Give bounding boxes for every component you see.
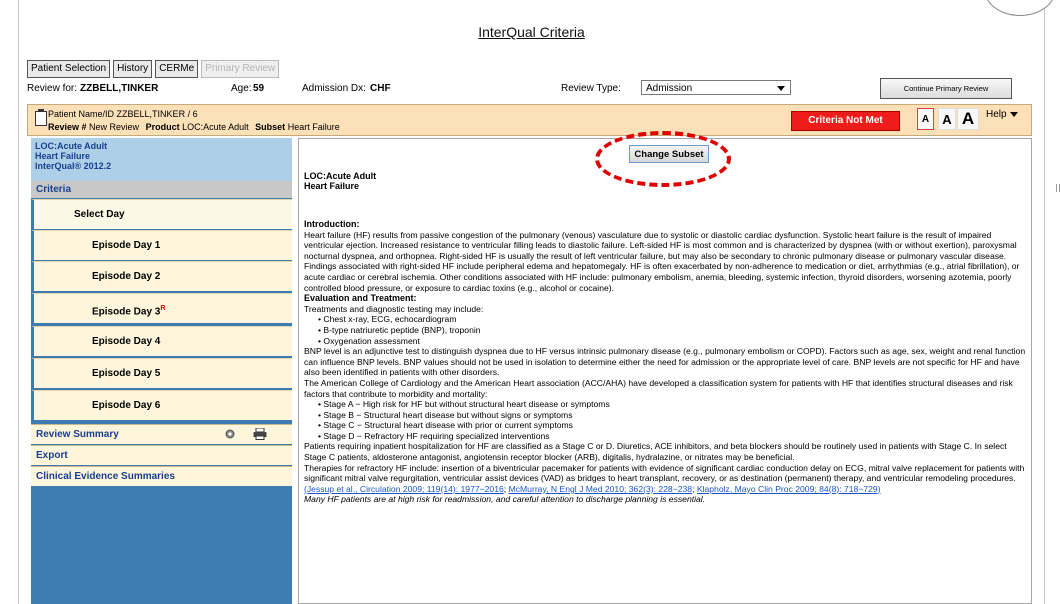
subset-label: Subset <box>255 122 286 132</box>
reference-link-klapholz[interactable]: Klapholz, Mayo Clin Proc 2009; 84(8): 71… <box>697 484 878 494</box>
printer-icon[interactable] <box>253 428 267 440</box>
admission-dx-value: CHF <box>370 83 391 94</box>
sidebar-version: InterQual® 2012.2 <box>35 161 112 171</box>
reference-link-mcmurray[interactable]: McMurray, N Engl J Med 2010; 362(3): 228… <box>509 484 693 494</box>
font-size-large-button[interactable]: A <box>957 108 979 130</box>
product-value: LOC:Acute Adult <box>182 122 249 132</box>
window-resize-handle[interactable] <box>1056 184 1060 192</box>
sidebar-item-episode-day-5[interactable]: Episode Day 5 <box>31 358 292 388</box>
list-item: • Stage B − Structural heart disease but… <box>318 409 573 420</box>
list-item: • Oxygenation assessment <box>318 335 420 346</box>
font-size-small-button[interactable]: A <box>917 108 934 130</box>
tab-patient-selection[interactable]: Patient Selection <box>27 60 111 78</box>
sidebar-item-clinical-evidence[interactable]: Clinical Evidence Summaries <box>31 466 292 486</box>
review-marker: R <box>160 305 166 312</box>
subset-value: Heart Failure <box>287 122 340 132</box>
sidebar-item-label: Episode Day 4 <box>92 336 161 347</box>
sidebar-item-episode-day-4[interactable]: Episode Day 4 <box>31 326 292 356</box>
content-loc: LOC:Acute Adult <box>304 171 377 181</box>
review-number-label: Review # <box>48 122 87 132</box>
reference-close-paren[interactable]: ) <box>878 484 881 494</box>
intro-paragraph: Heart failure (HF) results from passive … <box>304 229 1020 293</box>
tab-cerme[interactable]: CERMe <box>155 60 199 78</box>
patient-name-value: ZZBELL,TINKER / 6 <box>116 109 198 119</box>
font-size-medium-button[interactable]: A <box>938 108 956 130</box>
sidebar-item-label: Review Summary <box>36 429 119 440</box>
evaluation-heading: Evaluation and Treatment: <box>304 293 417 304</box>
sidebar-header: LOC:Acute Adult Heart Failure InterQual®… <box>31 138 292 181</box>
sidebar-loc: LOC:Acute Adult <box>35 141 108 151</box>
age-label: Age: <box>231 83 252 94</box>
help-label: Help <box>986 109 1007 120</box>
therapy-paragraph: Therapies for refractory HF include: ins… <box>304 462 1025 484</box>
sidebar-item-export[interactable]: Export <box>31 445 292 465</box>
sidebar-item-episode-day-6[interactable]: Episode Day 6 <box>31 390 292 420</box>
criteria-body-text: Introduction: Heart failure (HF) results… <box>304 219 1026 505</box>
sidebar-item-label: Select Day <box>74 209 125 220</box>
clipboard-icon <box>35 109 47 126</box>
sidebar-item-review-summary[interactable]: Review Summary <box>31 424 292 444</box>
acc-aha-paragraph: The American College of Cardiology and t… <box>304 377 1013 399</box>
sidebar-item-episode-day-1[interactable]: Episode Day 1 <box>31 230 292 260</box>
review-type-value: Admission <box>646 83 693 94</box>
admission-dx-label: Admission Dx: <box>302 83 366 94</box>
continue-primary-review-button[interactable]: Continue Primary Review <box>880 78 1012 99</box>
page-title: InterQual Criteria <box>478 24 585 40</box>
intro-heading: Introduction: <box>304 219 360 229</box>
patient-name-line: Patient Name/ID ZZBELL,TINKER / 6 <box>48 109 198 119</box>
patient-name-label: Patient Name/ID <box>48 109 115 119</box>
sidebar-subset: Heart Failure <box>35 151 91 161</box>
sidebar-item-label: Episode Day 6 <box>92 400 161 411</box>
sidebar-item-label: Episode Day 1 <box>92 240 161 251</box>
sidebar: LOC:Acute Adult Heart Failure InterQual®… <box>31 138 292 604</box>
age-value: 59 <box>253 83 265 94</box>
product-label: Product <box>145 122 180 132</box>
review-type-select[interactable]: Admission <box>641 80 791 95</box>
sidebar-item-select-day[interactable]: Select Day <box>31 199 292 229</box>
sidebar-criteria-heading[interactable]: Criteria <box>31 181 292 198</box>
review-type-label: Review Type: <box>561 83 621 94</box>
review-patient-name: ZZBELL,TINKER <box>80 83 159 94</box>
dropdown-arrow-icon <box>777 86 785 91</box>
review-product-line: Review # New Review Product LOC:Acute Ad… <box>48 122 340 132</box>
list-item: • Stage D − Refractory HF requiring spec… <box>318 430 550 441</box>
review-info-row: Review for: ZZBELL,TINKER Age: 59 Admiss… <box>27 78 1032 99</box>
help-menu[interactable]: Help <box>986 109 1018 120</box>
references: (Jessup et al., Circulation 2009; 119(14… <box>304 484 1026 495</box>
reference-link-jessup[interactable]: (Jessup et al., Circulation 2009; 119(14… <box>304 484 504 494</box>
review-for-label: Review for: <box>27 83 78 94</box>
app-window: InterQual Criteria Patient Selection His… <box>18 0 1056 604</box>
tab-primary-review: Primary Review <box>201 60 280 78</box>
criteria-content-panel: Change Subset LOC:Acute Adult Heart Fail… <box>298 131 1032 604</box>
sidebar-item-episode-day-3[interactable]: Episode Day 3R <box>31 293 292 323</box>
change-subset-button[interactable]: Change Subset <box>629 145 709 163</box>
main-tabs: Patient Selection History CERMe Primary … <box>27 60 280 78</box>
sidebar-item-episode-day-2[interactable]: Episode Day 2 <box>31 261 292 291</box>
list-item: • Chest x-ray, ECG, echocardiogram <box>318 314 457 325</box>
evaluation-paragraph: Treatments and diagnostic testing may in… <box>304 303 484 314</box>
list-item: • Stage A − High risk for HF but without… <box>318 399 610 410</box>
corner-decoration <box>984 0 1056 16</box>
content-heading: LOC:Acute Adult Heart Failure <box>304 171 376 191</box>
bnp-paragraph: BNP level is an adjunctive test to disti… <box>304 346 1026 378</box>
tab-history[interactable]: History <box>113 60 153 78</box>
gear-icon[interactable] <box>224 428 236 440</box>
list-item: • B-type natriuretic peptide (BNP), trop… <box>318 324 481 335</box>
chevron-down-icon <box>1009 111 1018 117</box>
patient-info-bar: Patient Name/ID ZZBELL,TINKER / 6 Review… <box>27 104 1032 136</box>
closing-note: Many HF patients are at high risk for re… <box>304 494 706 505</box>
review-number-value: New Review <box>89 122 140 132</box>
criteria-status-badge[interactable]: Criteria Not Met <box>791 111 900 131</box>
stage-paragraph: Patients requiring inpatient hospitaliza… <box>304 441 1007 463</box>
sidebar-item-label: Episode Day 3 <box>92 306 161 318</box>
content-subset: Heart Failure <box>304 181 360 191</box>
sidebar-item-label: Episode Day 5 <box>92 368 161 379</box>
sidebar-item-label: Episode Day 2 <box>92 271 161 282</box>
list-item: • Stage C − Structural heart disease wit… <box>318 420 573 431</box>
